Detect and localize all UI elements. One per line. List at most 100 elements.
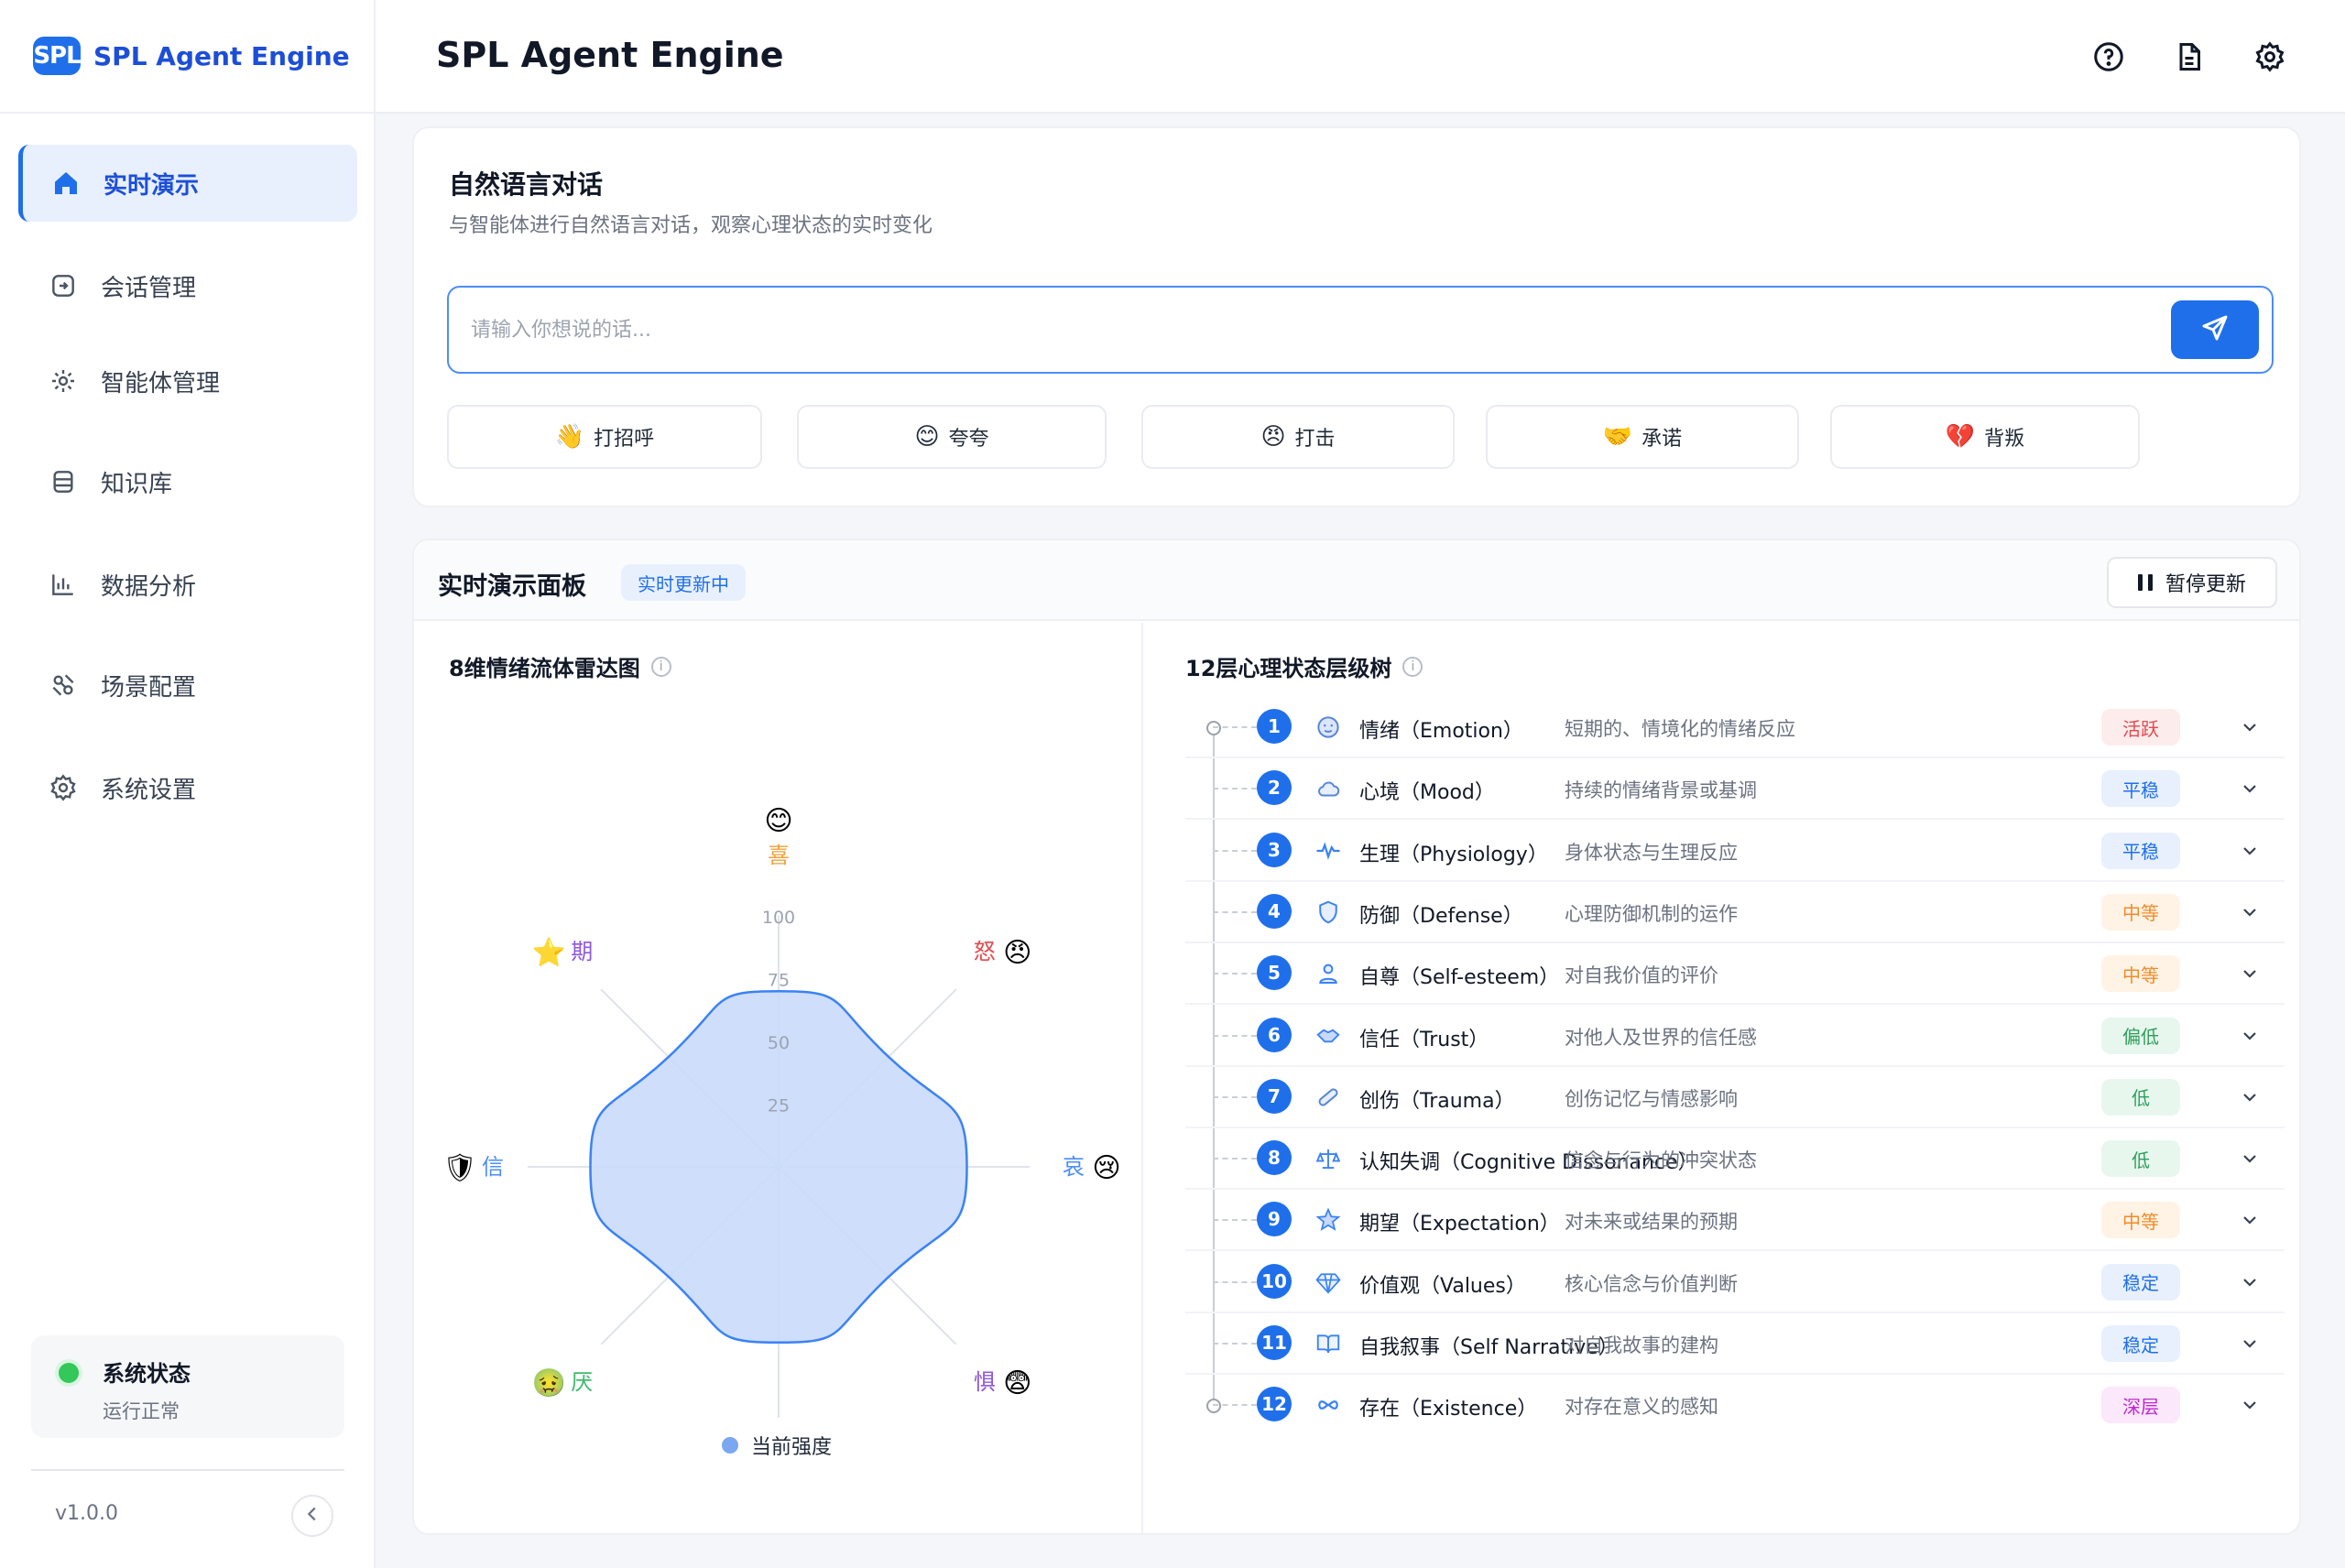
layer-description: 心理防御机制的运作 [1565, 902, 1738, 925]
layer-status-badge: 低 [2101, 1140, 2180, 1178]
sidebar-item-scenes[interactable]: 场景配置 [18, 647, 357, 724]
emotion-emoji-icon: 🛡 [442, 1152, 477, 1184]
collapse-sidebar-button[interactable] [291, 1495, 333, 1537]
layer-status-badge: 中等 [2101, 1202, 2180, 1239]
chevron-down-icon[interactable] [2235, 1144, 2264, 1173]
layer-description: 短期的、情境化的情绪反应 [1565, 718, 1795, 740]
quick-action-betray[interactable]: 💔 背叛 [1830, 405, 2140, 469]
quick-action-attack[interactable]: 😠 打击 [1141, 405, 1455, 469]
tree-branch [1213, 726, 1257, 728]
sidebar-item-knowledge-base[interactable]: 知识库 [18, 443, 357, 520]
layer-name: 心境（Mood） [1359, 781, 1495, 805]
layer-number-badge: 6 [1257, 1017, 1292, 1052]
layer-number-badge: 10 [1257, 1263, 1292, 1299]
tree-row[interactable]: 5 自尊（Self-esteem） 对自我价值的评价 中等 [1185, 944, 2285, 1006]
sidebar-item-label: 智能体管理 [101, 369, 221, 397]
radar-tick-label: 25 [768, 1096, 790, 1116]
sidebar-item-live-demo[interactable]: 实时演示 [18, 145, 357, 222]
chevron-down-icon[interactable] [2235, 1268, 2264, 1297]
layer-status-badge: 深层 [2101, 1387, 2180, 1424]
document-icon[interactable] [2169, 37, 2209, 77]
sidebar-item-agents[interactable]: 智能体管理 [18, 343, 357, 419]
legend-label: 当前强度 [751, 1436, 833, 1459]
layer-number-badge: 5 [1257, 955, 1292, 991]
info-icon[interactable]: i [1402, 656, 1423, 677]
chevron-down-icon[interactable] [2235, 1021, 2264, 1051]
layer-description: 持续的情绪背景或基调 [1565, 779, 1757, 802]
quick-action-promise[interactable]: 🤝 承诺 [1486, 405, 1799, 469]
handshake-icon: 🤝 [1602, 423, 1633, 451]
pause-update-button[interactable]: 暂停更新 [2107, 557, 2277, 608]
quick-action-label: 背叛 [1984, 428, 2025, 451]
layer-description: 创伤记忆与情感影响 [1565, 1087, 1738, 1110]
chevron-down-icon[interactable] [2235, 1329, 2264, 1358]
radar-tick-label: 100 [762, 908, 795, 928]
send-button[interactable] [2171, 300, 2259, 359]
chevron-down-icon[interactable] [2235, 959, 2264, 988]
tree-row[interactable]: 12 存在（Existence） 对存在意义的感知 深层 [1185, 1376, 2285, 1436]
sidebar-item-analytics[interactable]: 数据分析 [18, 546, 357, 623]
layer-status-badge: 偏低 [2101, 1017, 2180, 1054]
chevron-down-icon[interactable] [2235, 774, 2264, 803]
tree-row[interactable]: 9 期望（Expectation） 对未来或结果的预期 中等 [1185, 1191, 2285, 1252]
emotion-radar-chart: 100755025 😊喜😠怒😢哀😨惧😲惊🤢厌🛡信⭐期 [442, 805, 1121, 1418]
layer-status-badge: 中等 [2101, 893, 2180, 931]
layer-name: 自尊（Self-esteem） [1359, 966, 1560, 990]
chat-title: 自然语言对话 [449, 169, 604, 200]
layer-name: 情绪（Emotion） [1359, 720, 1523, 743]
status-title: 系统状态 [103, 1361, 191, 1387]
radar-tick-label: 50 [768, 1033, 790, 1053]
tree-row[interactable]: 3 生理（Physiology） 身体状态与生理反应 平稳 [1185, 822, 2285, 882]
emotion-icon [1314, 713, 1343, 742]
chevron-left-icon [302, 1504, 322, 1528]
tree-branch [1213, 1219, 1257, 1222]
layer-number-badge: 3 [1257, 832, 1292, 867]
tree-row[interactable]: 10 价值观（Values） 核心信念与价值判断 稳定 [1185, 1253, 2285, 1313]
chevron-down-icon[interactable] [2235, 1083, 2264, 1112]
chevron-down-icon[interactable] [2235, 836, 2264, 866]
layer-number-badge: 2 [1257, 770, 1292, 806]
brand[interactable]: SPL SPL Agent Engine [0, 0, 374, 114]
tree-title: 12层心理状态层级树 [1185, 656, 1392, 681]
help-icon[interactable] [2089, 37, 2129, 77]
sidebar-divider [31, 1469, 344, 1471]
status-indicator-dot [59, 1363, 79, 1383]
chat-subtitle: 与智能体进行自然语言对话，观察心理状态的实时变化 [449, 214, 933, 237]
chevron-down-icon[interactable] [2235, 1205, 2264, 1235]
layer-description: 对他人及世界的信任感 [1565, 1026, 1757, 1049]
tree-row[interactable]: 1 情绪（Emotion） 短期的、情境化的情绪反应 活跃 [1185, 698, 2285, 758]
quick-action-greet[interactable]: 👋 打招呼 [447, 405, 762, 469]
layer-description: 信念与行为的冲突状态 [1565, 1149, 1757, 1172]
cloud-icon [1314, 774, 1343, 803]
tree-row[interactable]: 11 自我叙事（Self Narrative） 对自我故事的建构 稳定 [1185, 1314, 2285, 1375]
chat-input-box [447, 286, 2274, 374]
layer-name: 创伤（Trauma） [1359, 1089, 1515, 1113]
sidebar-item-sessions[interactable]: 会话管理 [18, 247, 357, 324]
person-icon [1314, 959, 1343, 988]
layer-description: 核心信念与价值判断 [1565, 1272, 1738, 1295]
radar-dimension-label: 喜 [768, 843, 790, 868]
chevron-down-icon[interactable] [2235, 898, 2264, 927]
emotion-emoji-icon: 😊 [764, 805, 792, 837]
tree-branch [1213, 1095, 1257, 1098]
tree-row[interactable]: 8 认知失调（Cognitive Dissonance） 信念与行为的冲突状态低 [1185, 1129, 2285, 1191]
sidebar-item-label: 场景配置 [101, 673, 197, 702]
layer-description: 对存在意义的感知 [1565, 1396, 1718, 1419]
tree-row[interactable]: 7 创伤（Trauma） 创伤记忆与情感影响 低 [1185, 1068, 2285, 1128]
status-text: 运行正常 [103, 1400, 180, 1422]
tree-row[interactable]: 2 心境（Mood） 持续的情绪背景或基调 平稳 [1185, 759, 2285, 821]
sidebar-item-settings[interactable]: 系统设置 [18, 749, 357, 826]
quick-action-praise[interactable]: 😊 夸夸 [797, 405, 1107, 469]
chat-input[interactable] [471, 306, 2120, 354]
tree-row[interactable]: 6 信任（Trust） 对他人及世界的信任感 偏低 [1185, 1007, 2285, 1067]
layer-number-badge: 7 [1257, 1078, 1292, 1114]
layer-number-badge: 9 [1257, 1202, 1292, 1237]
layer-status-badge: 平稳 [2101, 832, 2180, 869]
settings-icon[interactable] [2250, 37, 2290, 77]
chevron-down-icon[interactable] [2235, 713, 2264, 742]
brand-name: SPL Agent Engine [93, 40, 350, 71]
tree-row[interactable]: 4 防御（Defense） 心理防御机制的运作 中等 [1185, 883, 2285, 943]
radar-dimension-label: 厌 [571, 1369, 593, 1395]
sidebar-item-label: 会话管理 [101, 274, 197, 302]
chevron-down-icon[interactable] [2235, 1390, 2264, 1420]
